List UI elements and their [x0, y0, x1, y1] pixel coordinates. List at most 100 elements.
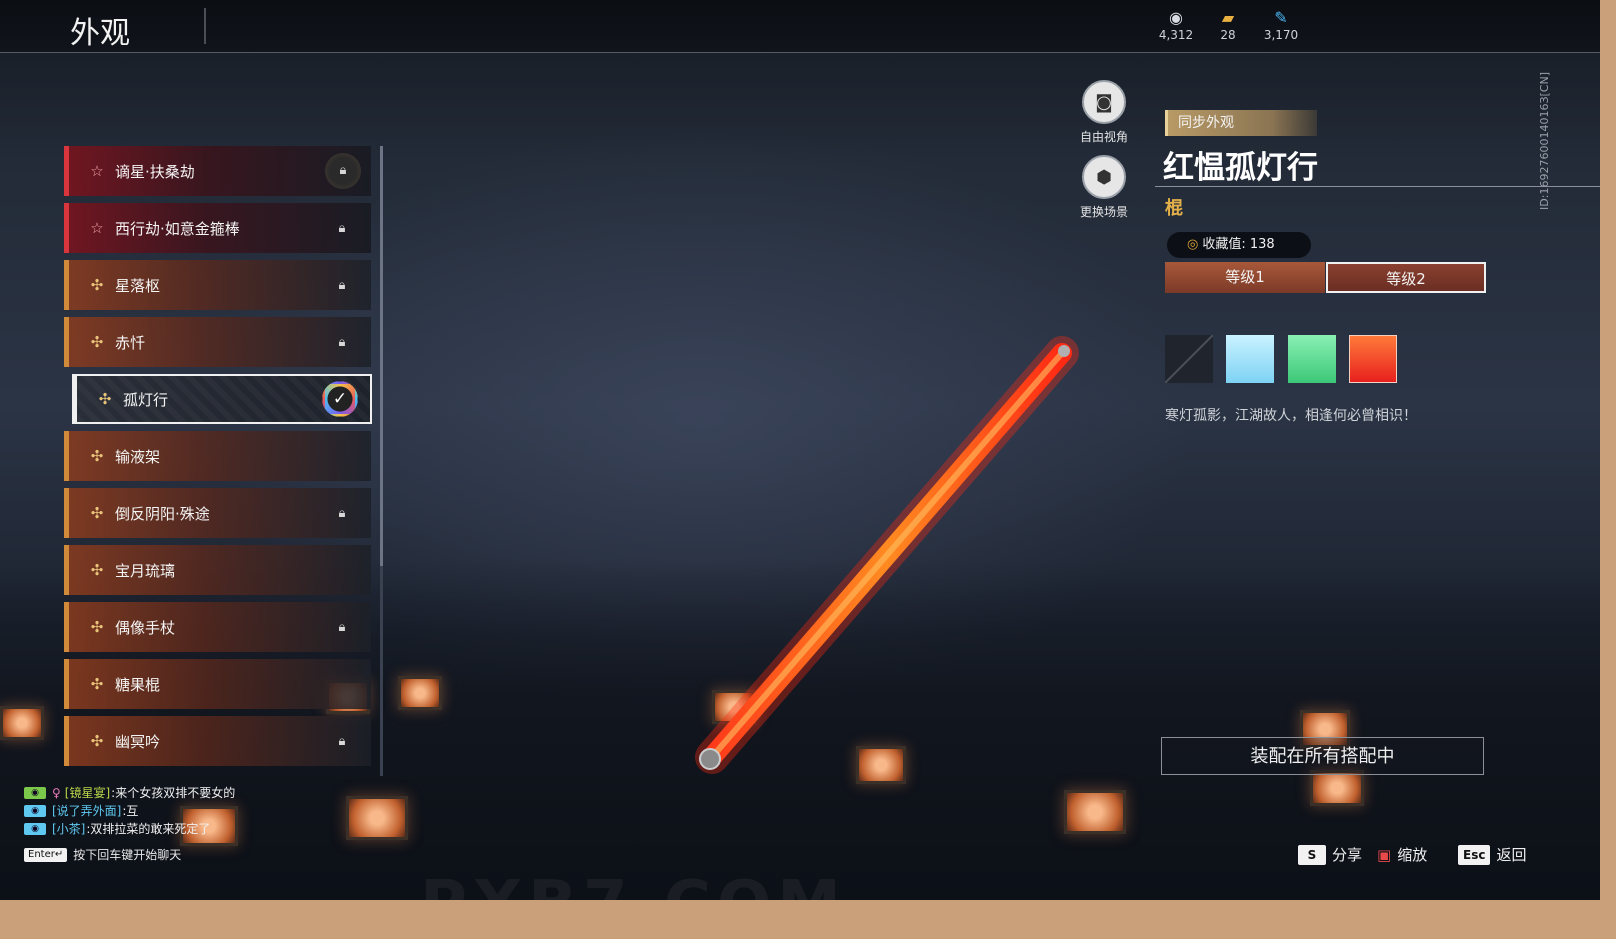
skin-item-selected[interactable]: ✣ 孤灯行 ✓ [72, 374, 372, 424]
skin-item-label: 偶像手杖 [115, 618, 176, 637]
key-esc: Esc [1458, 844, 1491, 865]
skin-item[interactable]: ☆ 谪星·扶桑劫 🔒︎ [64, 146, 371, 196]
flower-icon: ✣ [90, 732, 104, 750]
lantern-decor [0, 706, 44, 740]
chat-sender: [镜星宴] [64, 786, 111, 800]
color-swatch-blue[interactable] [1226, 335, 1274, 383]
color-swatch-none[interactable] [1165, 335, 1213, 383]
cube-icon: ⬢ [1082, 155, 1126, 199]
free-view-label: 自由视角 [1079, 130, 1128, 144]
flower-icon: ✣ [90, 333, 104, 351]
lock-icon: 🔒︎ [338, 733, 346, 749]
player-id: ID:1692760014016З[CN] [1538, 72, 1551, 210]
lock-icon: 🔒︎ [325, 153, 361, 189]
skin-item-label: 西行劫·如意金箍棒 [115, 219, 240, 238]
skin-item[interactable]: ✣ 星落枢 🔒︎ [64, 260, 371, 310]
back-label: 返回 [1496, 846, 1527, 864]
chat-message: :双排拉菜的敢来死定了 [86, 822, 211, 836]
skin-item-label: 糖果棍 [115, 675, 161, 694]
enter-key: Enter↵ [24, 847, 68, 862]
sync-appearance-tag: 同步外观 [1165, 110, 1317, 136]
chat-line: ◉ [说了弄外面] :互 [24, 802, 324, 820]
chat-message: :互 [122, 804, 139, 818]
color-swatch-red[interactable] [1349, 335, 1397, 383]
skin-description: 寒灯孤影，江湖故人，相逢何必曾相识！ [1165, 408, 1417, 424]
title-divider [204, 8, 206, 44]
currency-feathers: ✎ 3,170 [1256, 8, 1306, 42]
tab-level-1[interactable]: 等级1 [1165, 262, 1325, 293]
ticket-icon: ▰ [1221, 8, 1235, 27]
skin-item[interactable]: ✣ 偶像手杖 🔒︎ [64, 602, 371, 652]
currency-coins-value: 4,312 [1158, 28, 1194, 42]
tab-level-1-label: 等级1 [1225, 268, 1265, 286]
chat-line: ◉ [小茶] :双排拉菜的敢来死定了 [24, 820, 324, 838]
mouse-icon: ▣ [1377, 845, 1392, 864]
lock-icon: 🔒︎ [338, 505, 346, 521]
skin-item-label: 幽冥吟 [115, 732, 161, 751]
chat-line: ◉ ♀ [镜星宴] :来个女孩双排不要女的 [24, 784, 324, 802]
star-outline-icon: ☆ [90, 219, 104, 237]
flower-icon: ✣ [90, 675, 104, 693]
lantern-decor [346, 796, 408, 840]
color-swatch-green[interactable] [1288, 335, 1336, 383]
skin-item-label: 赤忏 [115, 333, 146, 352]
lantern-decor [1064, 790, 1126, 834]
skin-item[interactable]: ✣ 赤忏 🔒︎ [64, 317, 371, 367]
currency-tickets: ▰ 28 [1203, 8, 1253, 42]
world-icon: ◉ [24, 823, 46, 835]
watermark: PXB7.COM [420, 868, 847, 900]
flower-icon: ✣ [90, 618, 104, 636]
flower-icon: ✣ [90, 504, 104, 522]
zoom-label: 缩放 [1397, 846, 1428, 864]
collection-value: ◎ 收藏值: 138 [1167, 232, 1311, 258]
skin-item[interactable]: ✣ 幽冥吟 🔒︎ [64, 716, 371, 766]
equip-all-button[interactable]: 装配在所有搭配中 [1161, 737, 1484, 775]
zoom-hint[interactable]: ▣ 缩放 [1377, 844, 1427, 865]
equipped-check-icon: ✓ [322, 381, 358, 417]
name-divider [1155, 186, 1600, 187]
chat-input-hint[interactable]: Enter↵ 按下回车键开始聊天 [24, 846, 181, 863]
key-s: S [1298, 844, 1326, 865]
collection-icon: ◎ [1187, 237, 1199, 252]
team-icon: ◉ [24, 787, 46, 799]
back-hint[interactable]: Esc 返回 [1458, 844, 1526, 865]
skin-item-label: 输液架 [115, 447, 161, 466]
collection-label: 收藏值: 138 [1202, 237, 1275, 252]
share-hint[interactable]: S 分享 [1298, 844, 1362, 865]
coin-stack-icon: ◉ [1169, 8, 1183, 27]
skin-name: 红愠孤灯行 [1163, 150, 1318, 186]
star-outline-icon: ☆ [90, 162, 104, 180]
flower-icon: ✣ [90, 447, 104, 465]
chat-sender: [说了弄外面] [52, 804, 122, 818]
skin-item-label: 孤灯行 [123, 390, 169, 409]
page-title: 外观 [70, 16, 130, 51]
list-scrollbar-thumb[interactable] [380, 146, 383, 566]
list-scrollbar[interactable] [380, 146, 383, 776]
enter-hint-label: 按下回车键开始聊天 [73, 848, 182, 862]
flower-icon: ✣ [90, 561, 104, 579]
world-icon: ◉ [24, 805, 46, 817]
tab-level-2[interactable]: 等级2 [1326, 262, 1486, 293]
skin-item[interactable]: ✣ 倒反阴阳·殊途 🔒︎ [64, 488, 371, 538]
top-bar: 外观 ◉ 4,312 ▰ 28 ✎ 3,170 [0, 0, 1600, 53]
chat-box[interactable]: ◉ ♀ [镜星宴] :来个女孩双排不要女的 ◉ [说了弄外面] :互 ◉ [小茶… [24, 784, 324, 838]
tab-level-2-label: 等级2 [1386, 270, 1426, 288]
skin-item-label: 星落枢 [115, 276, 161, 295]
free-view-button[interactable]: ◙ 自由视角 [1064, 80, 1144, 145]
weapon-preview[interactable] [690, 335, 1090, 775]
skin-item[interactable]: ✣ 糖果棍 [64, 659, 371, 709]
lock-icon: 🔒︎ [338, 619, 346, 635]
skin-item[interactable]: ✣ 输液架 [64, 431, 371, 481]
currency-feathers-value: 3,170 [1263, 28, 1299, 42]
skin-list[interactable]: ☆ 谪星·扶桑劫 🔒︎ ☆ 西行劫·如意金箍棒 🔒︎ ✣ 星落枢 🔒︎ ✣ 赤忏… [64, 146, 384, 776]
change-scene-button[interactable]: ⬢ 更换场景 [1064, 155, 1144, 220]
skin-item-label: 宝月琉璃 [115, 561, 176, 580]
skin-item-label: 谪星·扶桑劫 [115, 162, 195, 181]
change-scene-label: 更换场景 [1079, 205, 1128, 219]
skin-item[interactable]: ✣ 宝月琉璃 [64, 545, 371, 595]
game-scene: 外观 ◉ 4,312 ▰ 28 ✎ 3,170 ☆ 谪星·扶桑劫 🔒︎ ☆ 西行… [0, 0, 1600, 900]
flower-icon: ✣ [98, 390, 112, 408]
currency-coins: ◉ 4,312 [1151, 8, 1201, 42]
lock-icon: 🔒︎ [338, 220, 346, 236]
skin-item[interactable]: ☆ 西行劫·如意金箍棒 🔒︎ [64, 203, 371, 253]
